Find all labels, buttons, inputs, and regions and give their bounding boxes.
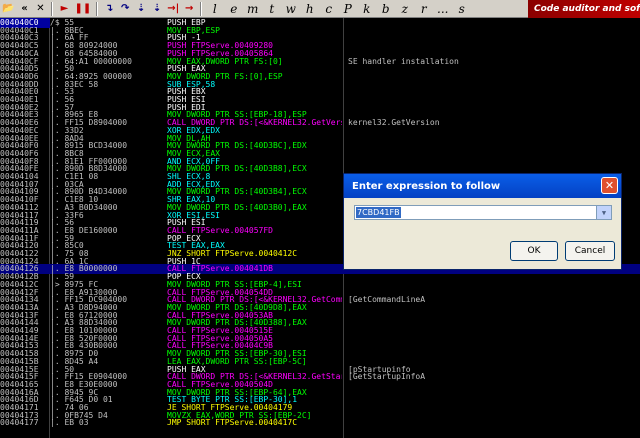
- expression-value[interactable]: 7CBD41FB: [356, 207, 401, 218]
- window-button-e[interactable]: e: [225, 1, 242, 17]
- step-into-icon[interactable]: ↴: [102, 1, 116, 17]
- window-button-more[interactable]: ...: [434, 1, 451, 17]
- dialog-titlebar[interactable]: Enter expression to follow ✕: [344, 174, 621, 198]
- instruction-cell: JMP SHORT FTPServe.0040417C: [167, 418, 298, 428]
- disassembly-row[interactable]: 00404177 |. EB 03 JMP SHORT FTPServe.00404…: [0, 418, 640, 428]
- expression-combobox[interactable]: 7CBD41FB ▼: [354, 205, 612, 220]
- toolbar-separator: [200, 1, 203, 16]
- execute-till-return-icon[interactable]: →|: [166, 1, 180, 17]
- pause-icon[interactable]: ❚❚: [73, 1, 92, 17]
- window-button-b[interactable]: b: [377, 1, 394, 17]
- run-icon[interactable]: ►: [57, 1, 71, 17]
- restart-icon[interactable]: «: [17, 1, 31, 17]
- window-button-l[interactable]: l: [206, 1, 223, 17]
- close-icon[interactable]: ✕: [33, 1, 47, 17]
- window-button-m[interactable]: m: [244, 1, 261, 17]
- window-button-s[interactable]: s: [453, 1, 470, 17]
- trace-into-icon[interactable]: ⇣: [134, 1, 148, 17]
- window-button-r[interactable]: r: [415, 1, 432, 17]
- hex-dump-cell: |. EB 03: [50, 418, 89, 428]
- chevron-down-icon[interactable]: ▼: [596, 206, 611, 219]
- window-button-t[interactable]: t: [263, 1, 280, 17]
- window-button-c[interactable]: c: [320, 1, 337, 17]
- window-button-z[interactable]: z: [396, 1, 413, 17]
- cancel-button[interactable]: Cancel: [565, 241, 615, 261]
- toolbar-separator: [96, 1, 99, 16]
- goto-icon[interactable]: →: [182, 1, 196, 17]
- address-cell: 00404177: [0, 418, 39, 428]
- window-button-h[interactable]: h: [301, 1, 318, 17]
- window-button-k[interactable]: k: [358, 1, 375, 17]
- window-button-P[interactable]: P: [339, 1, 356, 17]
- toolbar-separator: [51, 1, 54, 16]
- ok-button[interactable]: OK: [510, 241, 558, 261]
- window-button-w[interactable]: w: [282, 1, 299, 17]
- close-icon[interactable]: ✕: [601, 177, 618, 194]
- banner: Code auditor and software: [528, 0, 640, 18]
- open-icon[interactable]: 📂: [1, 1, 15, 17]
- trace-over-icon[interactable]: ⇣: [150, 1, 164, 17]
- follow-expression-dialog: Enter expression to follow ✕ 7CBD41FB ▼ …: [343, 173, 622, 270]
- dialog-title: Enter expression to follow: [352, 180, 501, 192]
- step-over-icon[interactable]: ↷: [118, 1, 132, 17]
